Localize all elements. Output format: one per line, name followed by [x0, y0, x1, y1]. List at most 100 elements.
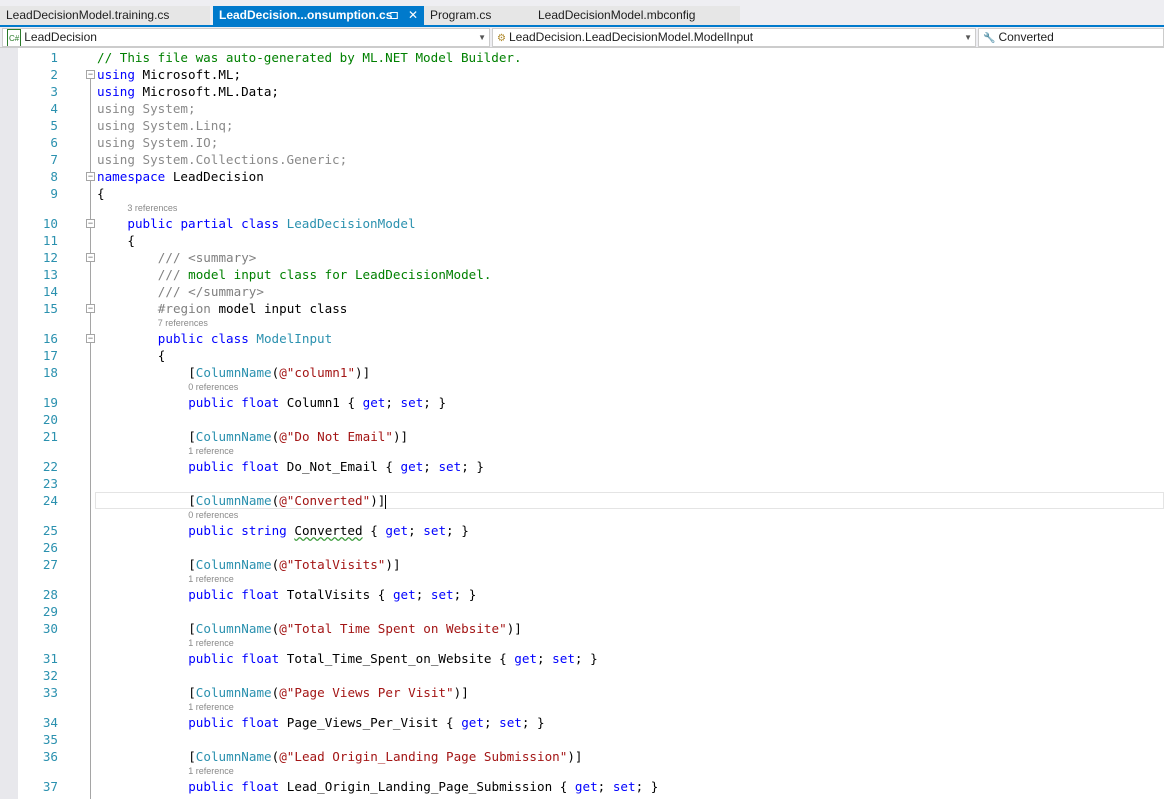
token: LeadDecision — [172, 169, 264, 184]
code-line: 26 — [0, 539, 1164, 556]
references-codelens[interactable]: 1 reference — [188, 574, 234, 584]
member-name: Converted — [998, 30, 1054, 44]
property-name: Column1 — [286, 395, 340, 410]
tab-label: LeadDecision...onsumption.cs — [219, 8, 393, 22]
token: using System; — [97, 101, 196, 116]
token: )] — [453, 685, 469, 700]
references-codelens[interactable]: 1 reference — [188, 638, 234, 648]
code-text: public float Page_Views_Per_Visit { get;… — [188, 715, 544, 730]
line-number: 27 — [42, 557, 58, 572]
token: )] — [392, 429, 409, 444]
tab-label: LeadDecisionModel.training.cs — [6, 8, 170, 22]
string-literal: Do Not Email — [294, 429, 386, 444]
token: /// </summary> — [157, 284, 264, 299]
token: ; } — [574, 651, 598, 666]
code-line: 11 { — [0, 232, 1164, 249]
line-number: 8 — [50, 169, 58, 184]
tab-consumption[interactable]: LeadDecision...onsumption.cs ⊐ ✕ — [213, 6, 424, 25]
collapse-icon[interactable]: − — [86, 304, 95, 313]
token: #region — [157, 301, 211, 316]
code-text: [ColumnName(@"Do Not Email")] — [188, 429, 409, 444]
collapse-icon[interactable]: − — [86, 219, 95, 228]
tab-training[interactable]: LeadDecisionModel.training.cs — [0, 6, 210, 25]
code-line: 30 [ColumnName(@"Total Time Spent on Webs… — [0, 620, 1164, 637]
token: )] — [385, 557, 401, 572]
token: get — [392, 587, 416, 602]
token: // This file was auto-generated by ML.NE… — [97, 50, 522, 65]
attribute-name: ColumnName — [195, 557, 272, 572]
collapse-icon[interactable]: − — [86, 172, 95, 181]
navigation-bar: C# LeadDecision ▼ ⚙ LeadDecision.LeadDecisi… — [0, 27, 1164, 48]
attribute-name: ColumnName — [195, 685, 272, 700]
line-number: 25 — [42, 523, 58, 538]
token: ; — [597, 779, 613, 794]
code-line: 13 /// model input class for LeadDecision… — [0, 266, 1164, 283]
code-line: 18 [ColumnName(@"column1")] — [0, 364, 1164, 381]
token: using System.Linq; — [97, 118, 234, 133]
type-dropdown[interactable]: ⚙ LeadDecision.LeadDecisionModel.ModelInp… — [492, 28, 976, 47]
code-text: /// <summary> — [158, 250, 257, 265]
references-codelens[interactable]: 1 reference — [188, 702, 234, 712]
code-text: { — [97, 186, 105, 201]
references-codelens[interactable]: 0 references — [188, 510, 238, 520]
line-number: 13 — [42, 267, 58, 282]
close-icon[interactable]: ✕ — [408, 6, 418, 25]
token: public — [188, 715, 242, 730]
code-text: using Microsoft.ML.Data; — [97, 84, 279, 99]
token: get — [362, 395, 386, 410]
property-name: Lead_Origin_Landing_Page_Submission — [286, 779, 553, 794]
token: ; — [385, 395, 401, 410]
token: )] — [370, 493, 386, 508]
code-text: [ColumnName(@"TotalVisits")] — [188, 557, 401, 572]
references-codelens[interactable]: 1 reference — [188, 766, 234, 776]
references-codelens[interactable]: 0 references — [188, 382, 238, 392]
references-codelens[interactable]: 1 reference — [188, 446, 234, 456]
references-codelens[interactable]: 7 references — [158, 318, 208, 328]
tab-program[interactable]: Program.cs — [424, 6, 532, 25]
token: public partial class — [127, 216, 280, 231]
code-line: 34 public float Page_Views_Per_Visit { ge… — [0, 714, 1164, 731]
line-number: 22 — [42, 459, 58, 474]
token: { — [370, 587, 393, 602]
line-number: 18 — [42, 365, 58, 380]
code-editor[interactable]: 1 // This file was auto-generated by ML.N… — [0, 48, 1164, 799]
property-name: Page_Views_Per_Visit — [286, 715, 439, 730]
pin-icon[interactable]: ⊐ — [389, 6, 399, 25]
code-text: // This file was auto-generated by ML.NE… — [97, 50, 522, 65]
collapse-icon[interactable]: − — [86, 253, 95, 262]
token: )] — [567, 749, 583, 764]
code-line: 37 public float Lead_Origin_Landing_Page_… — [0, 778, 1164, 795]
token: ; } — [453, 587, 477, 602]
code-text: namespace LeadDecision — [97, 169, 264, 184]
line-number: 20 — [42, 412, 58, 427]
tab-mbconfig[interactable]: LeadDecisionModel.mbconfig — [532, 6, 740, 25]
token: { — [339, 395, 363, 410]
line-number: 9 — [50, 186, 58, 201]
token: public — [188, 523, 242, 538]
token: set — [552, 651, 575, 666]
attribute-name: ColumnName — [195, 621, 272, 636]
code-text: [ColumnName(@"Lead Origin_Landing Page S… — [188, 749, 583, 764]
collapse-icon[interactable]: − — [86, 334, 95, 343]
type-keyword: string — [241, 523, 287, 538]
code-line: 20 — [0, 411, 1164, 428]
code-line: 16 − public class ModelInput — [0, 330, 1164, 347]
type-keyword: float — [241, 715, 280, 730]
chevron-down-icon[interactable]: ▼ — [478, 29, 486, 46]
token: )] — [506, 621, 522, 636]
token: get — [400, 459, 424, 474]
member-dropdown[interactable]: 🔧 Converted — [978, 28, 1164, 47]
references-codelens[interactable]: 3 references — [127, 203, 177, 213]
class-icon: ⚙ — [497, 33, 506, 44]
chevron-down-icon[interactable]: ▼ — [964, 29, 972, 46]
line-number: 6 — [50, 135, 58, 150]
collapse-icon[interactable]: − — [86, 70, 95, 79]
type-keyword: float — [241, 779, 280, 794]
code-line: 8 − namespace LeadDecision — [0, 168, 1164, 185]
line-number: 4 — [50, 101, 58, 116]
project-dropdown[interactable]: C# LeadDecision ▼ — [2, 28, 490, 47]
